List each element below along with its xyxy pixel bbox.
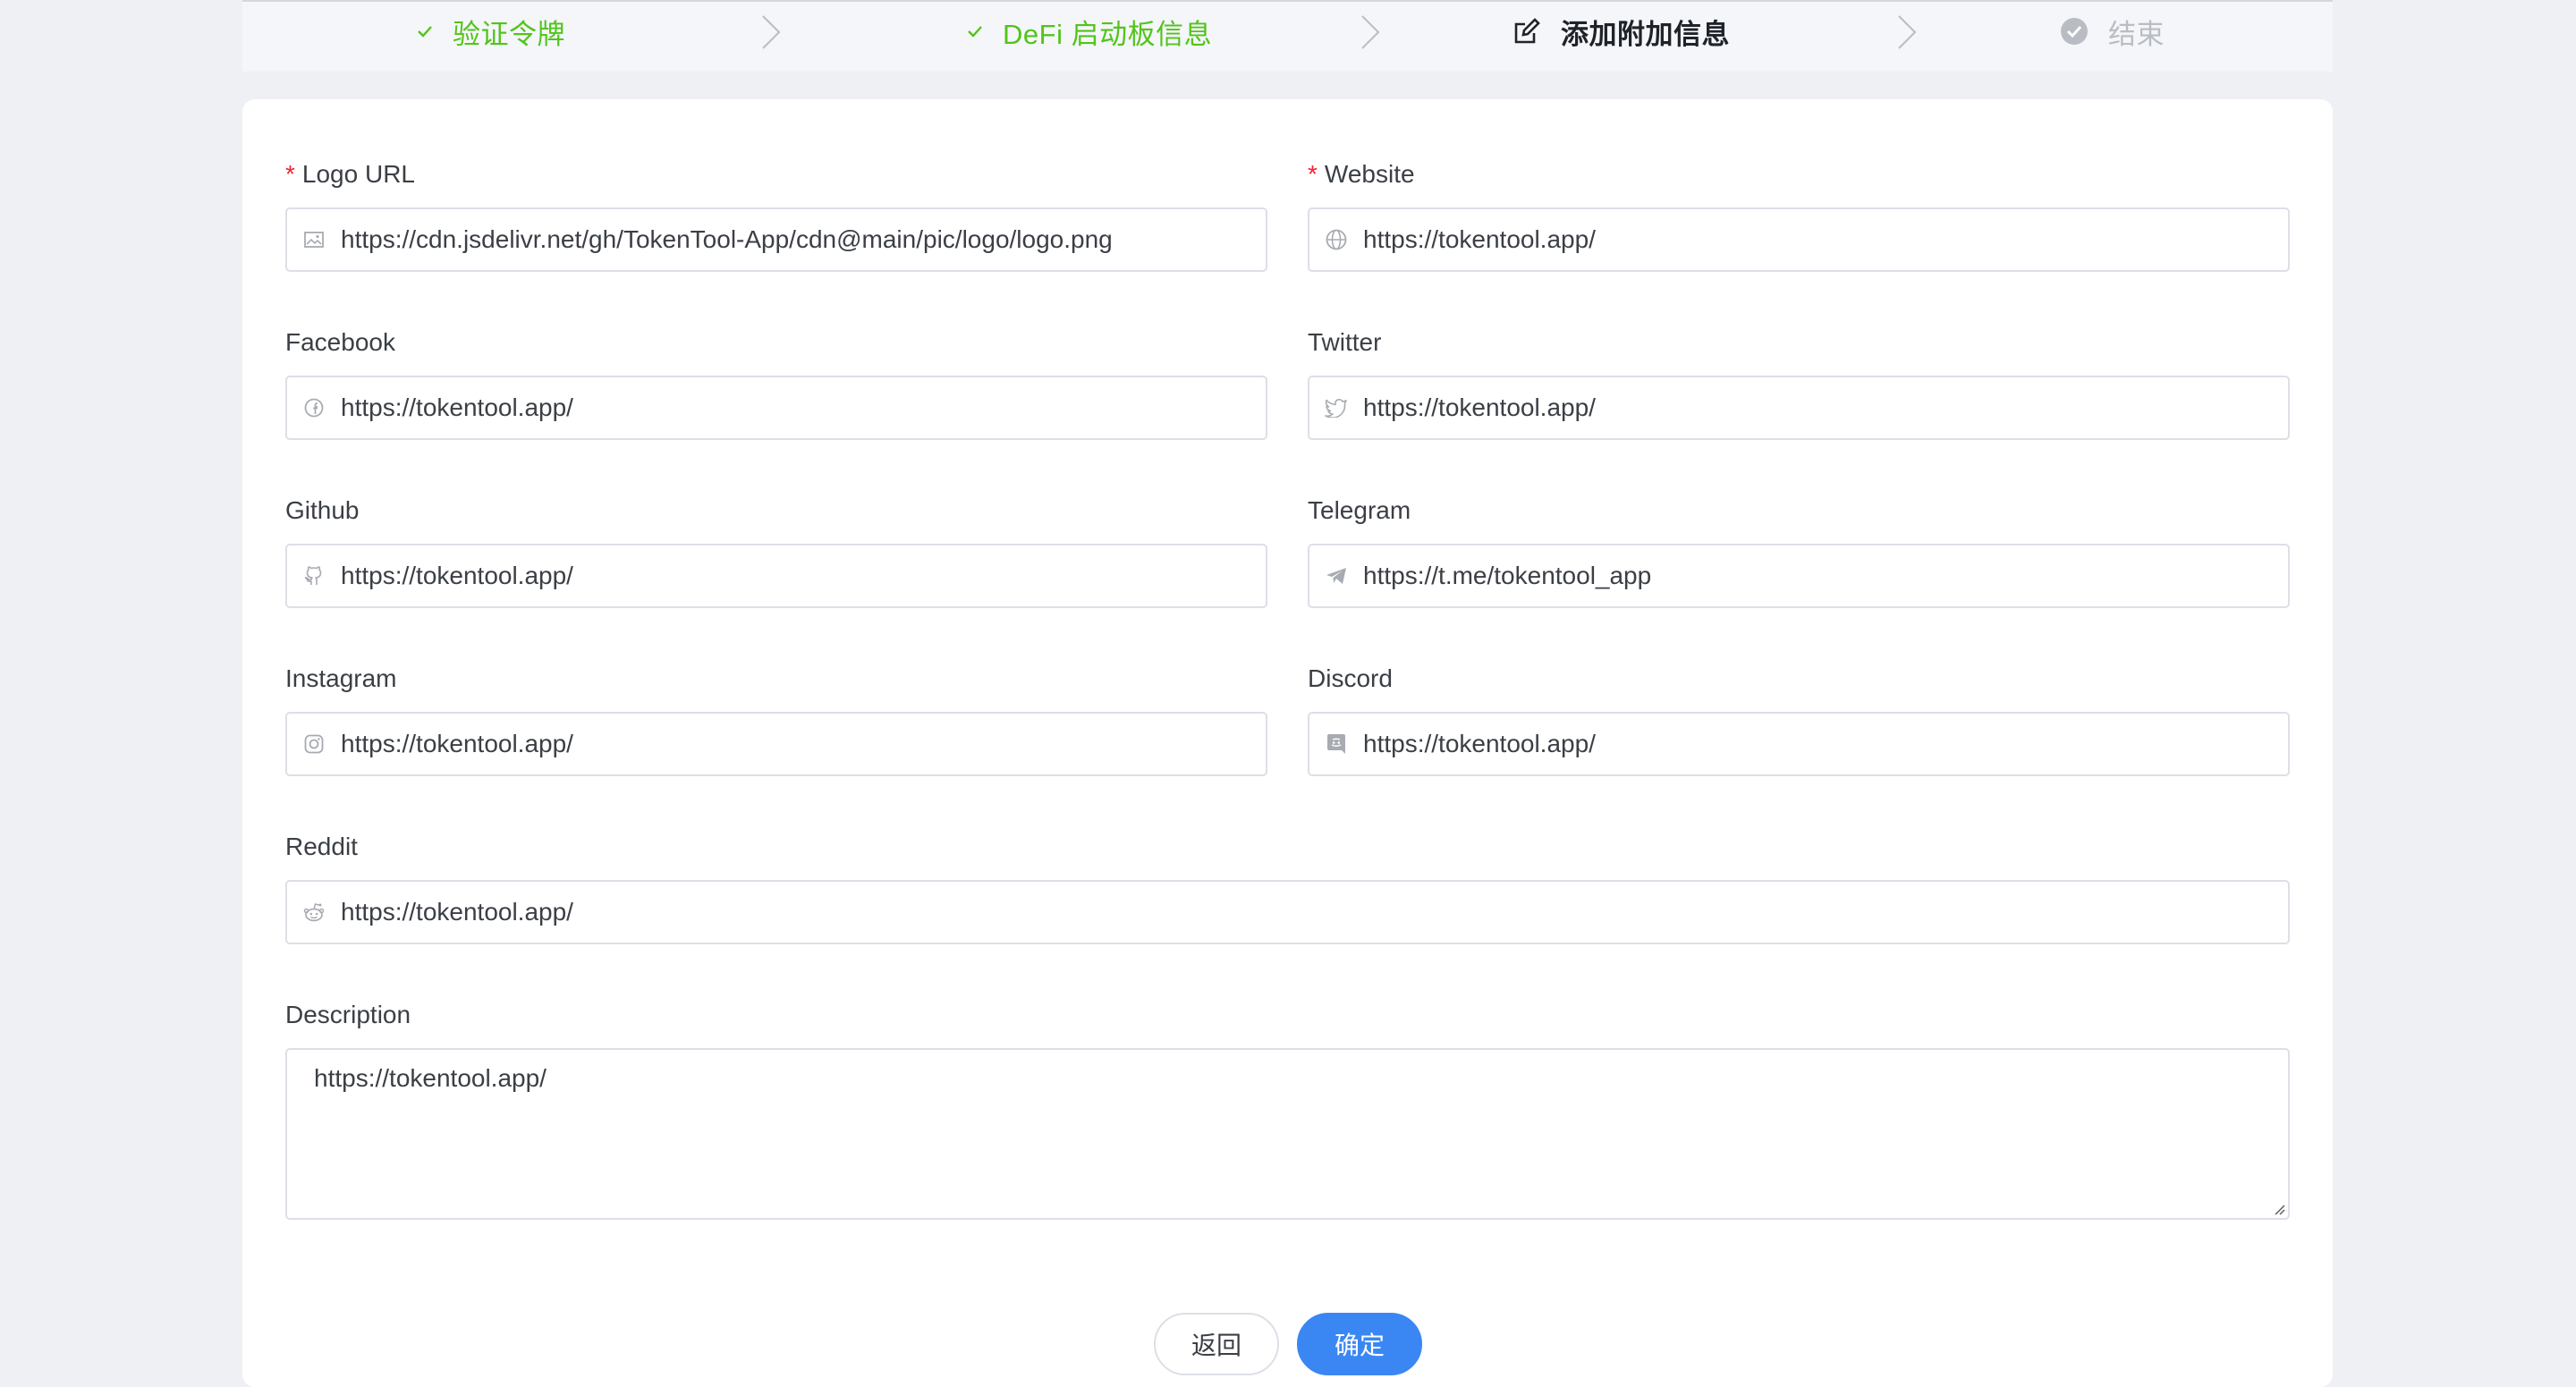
reddit-label: Reddit xyxy=(285,833,358,860)
reddit-input[interactable]: https://tokentool.app/ xyxy=(285,880,2290,944)
instagram-icon xyxy=(287,714,341,774)
description-textarea[interactable]: https://tokentool.app/ xyxy=(285,1048,2290,1220)
facebook-icon xyxy=(287,377,341,438)
step-label: DeFi 启动板信息 xyxy=(1003,18,1213,50)
check-circle-icon xyxy=(2060,17,2089,46)
github-icon xyxy=(287,545,341,606)
reddit-value: https://tokentool.app/ xyxy=(341,898,573,926)
logo-url-value: https://cdn.jsdelivr.net/gh/TokenTool-Ap… xyxy=(341,225,1113,253)
step-defi-info: DeFi 启动板信息 xyxy=(967,2,1212,61)
facebook-input[interactable]: https://tokentool.app/ xyxy=(285,376,1267,440)
form-card: * Logo URL https://cdn.jsdelivr.net/gh/To… xyxy=(242,99,2333,1387)
twitter-icon xyxy=(1309,377,1363,438)
chevron-right-icon xyxy=(1361,15,1380,49)
back-button[interactable]: 返回 xyxy=(1154,1313,1279,1375)
website-input[interactable]: https://tokentool.app/ xyxy=(1308,207,2290,272)
discord-label: Discord xyxy=(1308,664,1393,692)
telegram-icon xyxy=(1309,545,1363,606)
github-value: https://tokentool.app/ xyxy=(341,562,573,589)
chevron-right-icon xyxy=(762,15,781,49)
github-label: Github xyxy=(285,496,360,524)
twitter-label: Twitter xyxy=(1308,328,1382,356)
image-icon xyxy=(287,209,341,270)
telegram-value: https://t.me/tokentool_app xyxy=(1363,562,1652,589)
step-additional-info: 添加附加信息 xyxy=(1513,2,1730,61)
discord-input[interactable]: https://tokentool.app/ xyxy=(1308,712,2290,776)
telegram-label: Telegram xyxy=(1308,496,1411,524)
step-verify-token: 验证令牌 xyxy=(417,2,565,61)
step-finish: 结束 xyxy=(2060,2,2165,61)
twitter-value: https://tokentool.app/ xyxy=(1363,393,1596,421)
confirm-button[interactable]: 确定 xyxy=(1297,1313,1422,1375)
description-value: https://tokentool.app/ xyxy=(314,1064,547,1092)
globe-icon xyxy=(1309,209,1363,270)
logo-url-input[interactable]: https://cdn.jsdelivr.net/gh/TokenTool-Ap… xyxy=(285,207,1267,272)
github-input[interactable]: https://tokentool.app/ xyxy=(285,544,1267,608)
resize-handle-icon[interactable] xyxy=(2271,1201,2285,1215)
discord-icon xyxy=(1309,714,1363,774)
chevron-right-icon xyxy=(1898,15,1917,49)
website-label: * Website xyxy=(1308,160,1415,188)
steps-bar: 验证令牌 DeFi 启动板信息 添加附加信息 结束 xyxy=(242,0,2333,72)
twitter-input[interactable]: https://tokentool.app/ xyxy=(1308,376,2290,440)
step-label: 添加附加信息 xyxy=(1561,18,1730,50)
instagram-value: https://tokentool.app/ xyxy=(341,730,573,757)
discord-value: https://tokentool.app/ xyxy=(1363,730,1596,757)
website-value: https://tokentool.app/ xyxy=(1363,225,1596,253)
description-label: Description xyxy=(285,1001,411,1028)
step-label: 验证令牌 xyxy=(453,18,565,50)
instagram-label: Instagram xyxy=(285,664,397,692)
reddit-icon xyxy=(287,882,341,943)
instagram-input[interactable]: https://tokentool.app/ xyxy=(285,712,1267,776)
edit-icon xyxy=(1513,17,1541,46)
logo-url-label: * Logo URL xyxy=(285,160,415,188)
telegram-input[interactable]: https://t.me/tokentool_app xyxy=(1308,544,2290,608)
facebook-value: https://tokentool.app/ xyxy=(341,393,573,421)
facebook-label: Facebook xyxy=(285,328,395,356)
check-icon xyxy=(417,25,433,38)
step-label: 结束 xyxy=(2108,18,2165,50)
check-icon xyxy=(967,25,983,38)
